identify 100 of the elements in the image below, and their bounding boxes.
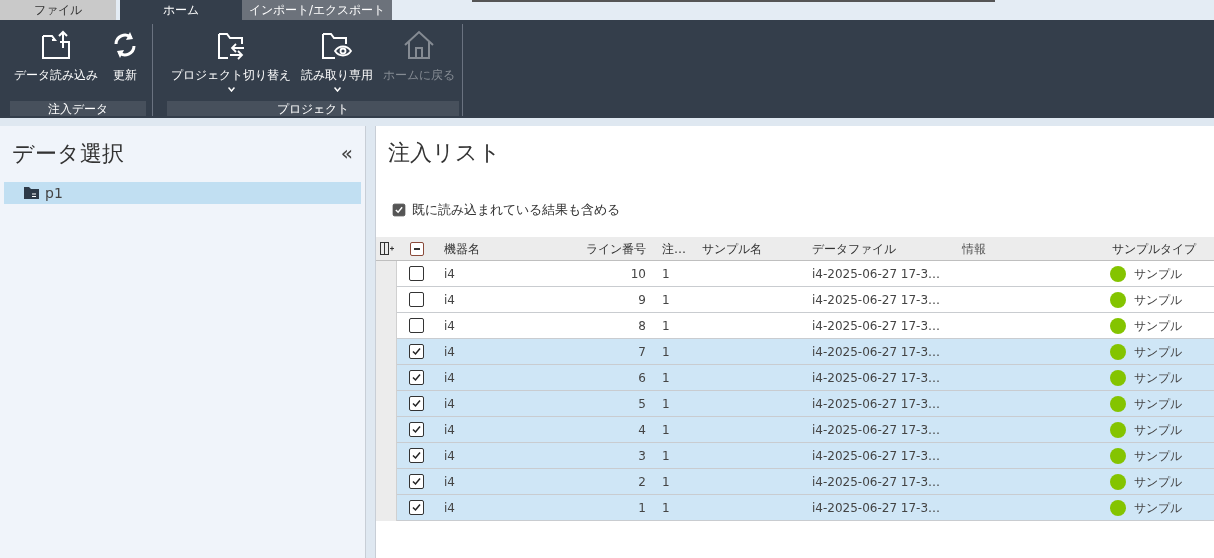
table-cell-text: 6 (637, 369, 647, 387)
table-cell-text: サンプル (1134, 473, 1182, 491)
row-checkbox[interactable] (409, 318, 424, 333)
row-checkbox[interactable] (409, 344, 424, 359)
row-checkbox[interactable] (409, 474, 424, 489)
status-dot-icon (1110, 317, 1126, 334)
status-dot-icon (1110, 343, 1126, 360)
table-cell-text: i4-2025-06-27 17-3… (811, 499, 942, 517)
folder-icon (24, 187, 39, 199)
checkmark-icon (411, 346, 422, 357)
table-cell-text: i4-2025-06-27 17-3… (811, 291, 942, 309)
group-label: 注入データ (10, 101, 146, 116)
table-cell-text: 1 (661, 291, 671, 309)
status-dot-icon (1110, 447, 1126, 464)
tree-item[interactable]: p1 (4, 182, 361, 204)
panel-title: データ選択 (12, 139, 124, 168)
table-cell-text: サンプル (1134, 317, 1182, 335)
column-header[interactable]: 注… (654, 239, 694, 258)
checkmark-icon (411, 398, 422, 409)
table-cell-text: i4 (443, 447, 456, 465)
ribbon-tab[interactable]: ホーム (120, 0, 242, 20)
table-cell-text: サンプル (1134, 499, 1182, 517)
table-cell-text: i4-2025-06-27 17-3… (811, 369, 942, 387)
column-header[interactable]: 機器名 (436, 239, 574, 258)
row-checkbox[interactable] (409, 448, 424, 463)
column-header[interactable]: データファイル (804, 239, 954, 258)
table-cell-text: 3 (637, 447, 647, 465)
list-title: 注入リスト (387, 139, 502, 167)
status-dot-icon (1110, 473, 1126, 490)
ribbon-button[interactable]: 更新 (104, 24, 146, 99)
column-chooser-icon[interactable] (379, 242, 394, 255)
table-cell-text: i4-2025-06-27 17-3… (811, 265, 942, 283)
ribbon-tab[interactable]: インポート/エクスポート (242, 0, 392, 20)
table-cell-text: 1 (661, 369, 671, 387)
table-cell-text: i4 (443, 473, 456, 491)
ribbon-tab[interactable]: ファイル (0, 0, 116, 20)
checkmark-icon (411, 424, 422, 435)
row-checkbox[interactable] (409, 396, 424, 411)
row-checkbox[interactable] (409, 266, 424, 281)
table-cell-text: 10 (629, 265, 647, 283)
table-cell-text: i4-2025-06-27 17-3… (811, 473, 942, 491)
include-checkbox[interactable]: 既に読み込まれている結果も含める (392, 198, 620, 222)
table-cell-text: i4 (443, 343, 456, 361)
status-dot-icon (1110, 291, 1126, 308)
column-header[interactable]: 情報 (954, 239, 1104, 258)
group-label: プロジェクト (167, 101, 459, 116)
checkmark-icon (411, 502, 422, 513)
ribbon-button[interactable]: 読み取り専用 (297, 24, 377, 99)
table-cell-text: サンプル (1134, 265, 1182, 283)
row-checkbox[interactable] (409, 500, 424, 515)
table-cell-text: 7 (637, 343, 647, 361)
table-cell-text: サンプル (1134, 447, 1182, 465)
table-cell-text: 8 (637, 317, 647, 335)
folder-upload-icon (39, 28, 73, 62)
table-cell-text: サンプル (1134, 343, 1182, 361)
checkmark-icon (411, 450, 422, 461)
row-checkbox[interactable] (409, 292, 424, 307)
table-cell-text: サンプル (1134, 291, 1182, 309)
table-cell-text: 1 (661, 395, 671, 413)
table-cell-text: 1 (661, 421, 671, 439)
ribbon-button[interactable]: プロジェクト切り替え (167, 24, 295, 99)
table-cell-text: 1 (661, 447, 671, 465)
table-cell-text: i4-2025-06-27 17-3… (811, 447, 942, 465)
table-cell-text: 1 (661, 473, 671, 491)
ribbon-button[interactable]: データ読み込み (10, 24, 102, 99)
column-header[interactable]: サンプルタイプ (1104, 239, 1213, 258)
table-cell-text: 1 (661, 265, 671, 283)
table-cell-text: i4 (443, 395, 456, 413)
status-dot-icon (1110, 395, 1126, 412)
status-dot-icon (1110, 369, 1126, 386)
home-icon (402, 28, 436, 62)
table-cell-text: サンプル (1134, 421, 1182, 439)
checkmark-icon (394, 205, 404, 215)
table-cell-text: i4-2025-06-27 17-3… (811, 395, 942, 413)
table-cell-text: 5 (637, 395, 647, 413)
table-cell-text: i4 (443, 499, 456, 517)
table-cell-text: i4 (443, 421, 456, 439)
column-header[interactable]: サンプル名 (694, 239, 804, 258)
table-cell-text: i4-2025-06-27 17-3… (811, 343, 942, 361)
status-dot-icon (1110, 265, 1126, 282)
table-cell-text: i4-2025-06-27 17-3… (811, 421, 942, 439)
column-header[interactable]: ライン番号 (574, 239, 654, 258)
select-all-checkbox[interactable] (409, 241, 424, 256)
collapse-button[interactable]: « (340, 143, 353, 163)
table-cell-text: i4 (443, 317, 456, 335)
table-cell-text: i4 (443, 265, 456, 283)
table-cell-text: 1 (661, 343, 671, 361)
table-cell-text: i4 (443, 369, 456, 387)
table-cell-text: 1 (661, 499, 671, 517)
table-cell-text: 4 (637, 421, 647, 439)
row-checkbox[interactable] (409, 422, 424, 437)
table-cell-text: i4 (443, 291, 456, 309)
table-cell-text: 1 (637, 499, 647, 517)
table-cell-text: サンプル (1134, 369, 1182, 387)
status-dot-icon (1110, 499, 1126, 516)
table-cell-text: 9 (637, 291, 647, 309)
table-cell-text: i4-2025-06-27 17-3… (811, 317, 942, 335)
checkmark-icon (411, 476, 422, 487)
table-cell-text: 2 (637, 473, 647, 491)
row-checkbox[interactable] (409, 370, 424, 385)
